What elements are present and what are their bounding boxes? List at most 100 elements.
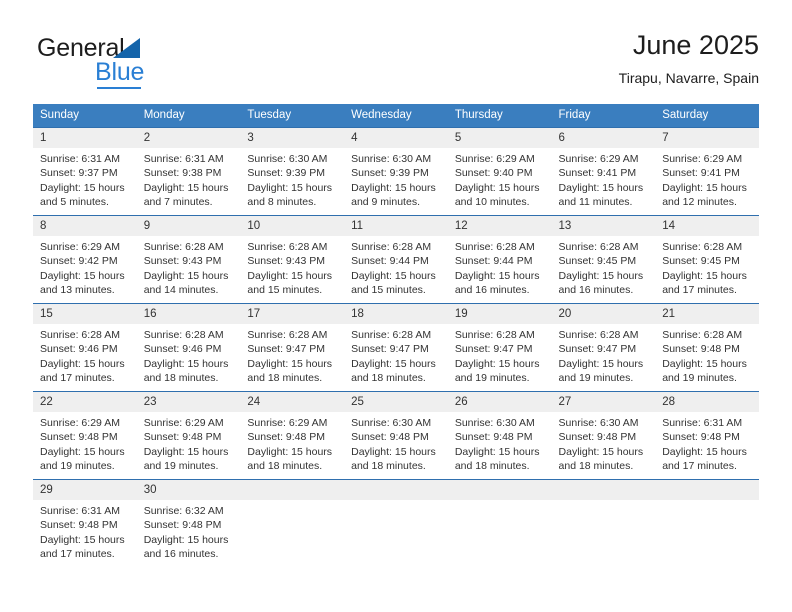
sunrise-text: Sunrise: 6:28 AM: [143, 329, 224, 341]
day-number: 15: [33, 304, 137, 324]
day-details: Sunrise: 6:29 AM Sunset: 9:41 PM Daylight:…: [552, 148, 656, 209]
daylight-text: Daylight: 15 hours and 18 minutes.: [454, 445, 540, 472]
daylight-text: Daylight: 15 hours and 19 minutes.: [454, 357, 540, 384]
brand-logo[interactable]: General Blue: [37, 34, 237, 90]
calendar-day-cell[interactable]: 16 Sunrise: 6:28 AM Sunset: 9:46 PM Dayligh…: [136, 303, 241, 392]
sunrise-text: Sunrise: 6:28 AM: [40, 329, 120, 341]
day-details: Sunrise: 6:28 AM Sunset: 9:46 PM Daylight:…: [137, 324, 241, 385]
calendar-day-cell[interactable]: 11 Sunrise: 6:28 AM Sunset: 9:44 PM Dayligh…: [344, 215, 448, 304]
day-number: 30: [136, 480, 241, 500]
calendar-day-cell[interactable]: 1 Sunrise: 6:31 AM Sunset: 9:37 PM Daylight…: [33, 127, 137, 216]
location-subtitle: Tirapu, Navarre, Spain: [618, 70, 759, 86]
day-number: 6: [551, 128, 656, 148]
sunset-text: Sunset: 9:48 PM: [351, 431, 429, 444]
calendar-day-cell[interactable]: 28 Sunrise: 6:31 AM Sunset: 9:48 PM Dayligh…: [655, 391, 759, 480]
sunset-text: Sunset: 9:48 PM: [558, 431, 637, 444]
day-details: Sunrise: 6:31 AM Sunset: 9:48 PM Daylight:…: [33, 500, 137, 561]
day-number: 1: [33, 128, 137, 148]
sunset-text: Sunset: 9:47 PM: [454, 343, 533, 356]
calendar-day-cell[interactable]: 23 Sunrise: 6:29 AM Sunset: 9:48 PM Dayligh…: [136, 391, 241, 480]
daylight-text: Daylight: 15 hours and 9 minutes.: [351, 181, 436, 208]
sunrise-text: Sunrise: 6:28 AM: [247, 329, 328, 341]
calendar-day-cell-empty: [344, 479, 448, 567]
sunset-text: Sunset: 9:47 PM: [558, 343, 637, 356]
day-details: Sunrise: 6:29 AM Sunset: 9:48 PM Daylight:…: [240, 412, 344, 473]
calendar-day-cell[interactable]: 27 Sunrise: 6:30 AM Sunset: 9:48 PM Dayligh…: [551, 391, 656, 480]
calendar-day-cell[interactable]: 12 Sunrise: 6:28 AM Sunset: 9:44 PM Dayligh…: [447, 215, 552, 304]
calendar-day-cell[interactable]: 8 Sunrise: 6:29 AM Sunset: 9:42 PM Daylight…: [33, 215, 137, 304]
calendar-day-cell-empty: [655, 479, 759, 567]
day-details: Sunrise: 6:28 AM Sunset: 9:47 PM Daylight:…: [344, 324, 448, 385]
day-details: Sunrise: 6:30 AM Sunset: 9:48 PM Daylight:…: [448, 412, 552, 473]
calendar-day-cell[interactable]: 18 Sunrise: 6:28 AM Sunset: 9:47 PM Dayligh…: [344, 303, 448, 392]
sunrise-text: Sunrise: 6:30 AM: [558, 417, 639, 429]
day-number: 4: [344, 128, 448, 148]
calendar-day-cell[interactable]: 3 Sunrise: 6:30 AM Sunset: 9:39 PM Daylight…: [240, 127, 345, 216]
sunrise-text: Sunrise: 6:28 AM: [247, 241, 328, 253]
sunset-text: Sunset: 9:46 PM: [40, 343, 118, 356]
weekday-header-saturday: Saturday: [655, 104, 759, 128]
day-number: 14: [655, 216, 759, 236]
calendar-day-cell[interactable]: 2 Sunrise: 6:31 AM Sunset: 9:38 PM Daylight…: [136, 127, 241, 216]
calendar-day-cell[interactable]: 10 Sunrise: 6:28 AM Sunset: 9:43 PM Dayligh…: [240, 215, 345, 304]
day-number: 27: [551, 392, 656, 412]
calendar-day-cell[interactable]: 17 Sunrise: 6:28 AM Sunset: 9:47 PM Dayligh…: [240, 303, 345, 392]
daylight-text: Daylight: 15 hours and 15 minutes.: [247, 269, 333, 296]
day-details: Sunrise: 6:29 AM Sunset: 9:48 PM Daylight:…: [137, 412, 241, 473]
calendar-day-cell[interactable]: 22 Sunrise: 6:29 AM Sunset: 9:48 PM Dayligh…: [33, 391, 137, 480]
calendar-day-cell[interactable]: 15 Sunrise: 6:28 AM Sunset: 9:46 PM Dayligh…: [33, 303, 137, 392]
calendar-day-cell[interactable]: 21 Sunrise: 6:28 AM Sunset: 9:48 PM Dayligh…: [655, 303, 759, 392]
sunrise-text: Sunrise: 6:28 AM: [662, 329, 743, 341]
calendar-day-cell[interactable]: 24 Sunrise: 6:29 AM Sunset: 9:48 PM Dayligh…: [240, 391, 345, 480]
sunrise-text: Sunrise: 6:28 AM: [454, 241, 535, 253]
calendar-day-cell[interactable]: 30 Sunrise: 6:32 AM Sunset: 9:48 PM Dayligh…: [136, 479, 241, 567]
day-number: 12: [447, 216, 552, 236]
day-details: Sunrise: 6:31 AM Sunset: 9:38 PM Daylight:…: [137, 148, 241, 209]
sunset-text: Sunset: 9:37 PM: [40, 167, 118, 180]
calendar-day-cell[interactable]: 14 Sunrise: 6:28 AM Sunset: 9:45 PM Dayligh…: [655, 215, 759, 304]
sunset-text: Sunset: 9:39 PM: [351, 167, 429, 180]
sunset-text: Sunset: 9:48 PM: [143, 519, 222, 532]
daylight-text: Daylight: 15 hours and 18 minutes.: [351, 357, 436, 384]
calendar-day-cell[interactable]: 4 Sunrise: 6:30 AM Sunset: 9:39 PM Daylight…: [344, 127, 448, 216]
calendar-day-cell[interactable]: 9 Sunrise: 6:28 AM Sunset: 9:43 PM Daylight…: [136, 215, 241, 304]
day-details: Sunrise: 6:28 AM Sunset: 9:44 PM Daylight:…: [448, 236, 552, 297]
sunset-text: Sunset: 9:48 PM: [40, 519, 118, 532]
sunrise-text: Sunrise: 6:29 AM: [558, 153, 639, 165]
sunset-text: Sunset: 9:46 PM: [143, 343, 222, 356]
daylight-text: Daylight: 15 hours and 18 minutes.: [247, 445, 333, 472]
day-number: 7: [655, 128, 759, 148]
day-number: 3: [240, 128, 345, 148]
sunrise-text: Sunrise: 6:28 AM: [558, 241, 639, 253]
daylight-text: Daylight: 15 hours and 14 minutes.: [143, 269, 229, 296]
sunrise-text: Sunrise: 6:29 AM: [143, 417, 224, 429]
daylight-text: Daylight: 15 hours and 5 minutes.: [40, 181, 125, 208]
day-details: Sunrise: 6:29 AM Sunset: 9:40 PM Daylight:…: [448, 148, 552, 209]
sunset-text: Sunset: 9:41 PM: [662, 167, 740, 180]
calendar-week-row: 29 Sunrise: 6:31 AM Sunset: 9:48 PM Dayligh…: [33, 479, 759, 567]
day-number: 5: [447, 128, 552, 148]
calendar-day-cell[interactable]: 5 Sunrise: 6:29 AM Sunset: 9:40 PM Daylight…: [447, 127, 552, 216]
sunrise-text: Sunrise: 6:28 AM: [143, 241, 224, 253]
sunset-text: Sunset: 9:47 PM: [351, 343, 429, 356]
calendar-day-cell[interactable]: 6 Sunrise: 6:29 AM Sunset: 9:41 PM Daylight…: [551, 127, 656, 216]
day-number: 22: [33, 392, 137, 412]
day-number: 11: [344, 216, 448, 236]
calendar-day-cell[interactable]: 25 Sunrise: 6:30 AM Sunset: 9:48 PM Dayligh…: [344, 391, 448, 480]
sunrise-text: Sunrise: 6:28 AM: [558, 329, 639, 341]
day-details: Sunrise: 6:30 AM Sunset: 9:39 PM Daylight:…: [344, 148, 448, 209]
calendar-day-cell-empty: [447, 479, 552, 567]
calendar-day-cell[interactable]: 20 Sunrise: 6:28 AM Sunset: 9:47 PM Dayligh…: [551, 303, 656, 392]
daylight-text: Daylight: 15 hours and 15 minutes.: [351, 269, 436, 296]
day-details: Sunrise: 6:28 AM Sunset: 9:47 PM Daylight:…: [552, 324, 656, 385]
day-details: Sunrise: 6:28 AM Sunset: 9:44 PM Daylight:…: [344, 236, 448, 297]
calendar-day-cell[interactable]: 13 Sunrise: 6:28 AM Sunset: 9:45 PM Dayligh…: [551, 215, 656, 304]
calendar-day-cell[interactable]: 29 Sunrise: 6:31 AM Sunset: 9:48 PM Dayligh…: [33, 479, 137, 567]
sunrise-text: Sunrise: 6:29 AM: [454, 153, 535, 165]
calendar-day-cell[interactable]: 7 Sunrise: 6:29 AM Sunset: 9:41 PM Daylight…: [655, 127, 759, 216]
weekday-header-monday: Monday: [136, 104, 241, 128]
calendar-day-cell[interactable]: 19 Sunrise: 6:28 AM Sunset: 9:47 PM Dayligh…: [447, 303, 552, 392]
day-number: [551, 480, 656, 500]
page-title: June 2025: [632, 30, 759, 60]
calendar-day-cell[interactable]: 26 Sunrise: 6:30 AM Sunset: 9:48 PM Dayligh…: [447, 391, 552, 480]
